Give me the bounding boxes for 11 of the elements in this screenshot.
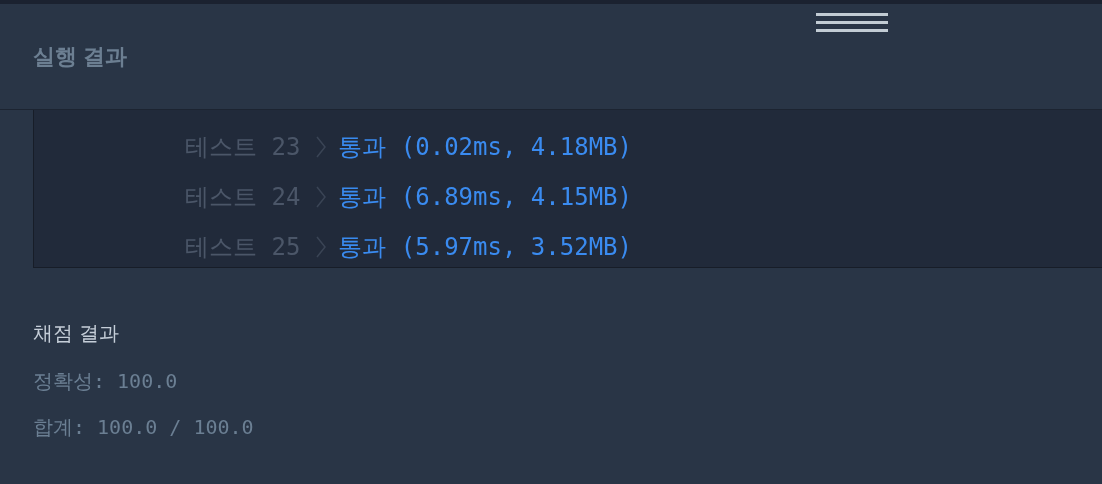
score-line: 정확성: 100.0 (33, 368, 179, 395)
grading-title: 채점 결과 (33, 321, 120, 346)
chevron-icon (316, 236, 327, 258)
drag-handle-icon[interactable] (816, 12, 888, 34)
test-result: 통과 (6.89ms, 4.15MB) (338, 182, 632, 213)
score-line: 합계: 100.0 / 100.0 (33, 414, 255, 441)
test-result: 통과 (0.02ms, 4.18MB) (338, 132, 632, 163)
chevron-icon (316, 186, 327, 208)
panel-title: 실행 결과 (33, 43, 128, 71)
chevron-icon (316, 136, 327, 158)
test-result: 통과 (5.97ms, 3.52MB) (338, 232, 632, 263)
